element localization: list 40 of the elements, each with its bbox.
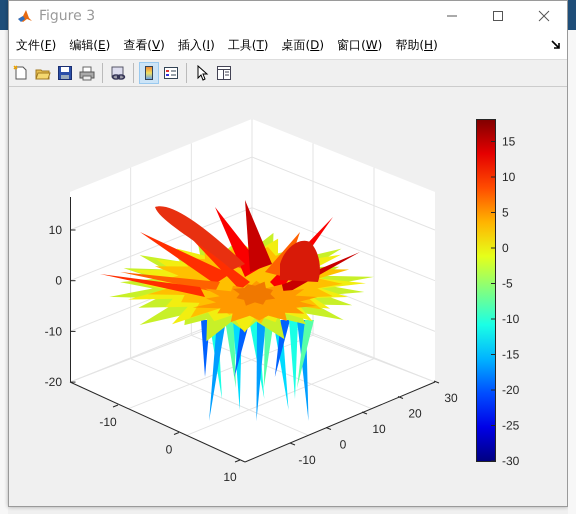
printer-icon: [79, 65, 95, 81]
y-tick-label: 30: [444, 391, 458, 405]
menu-item[interactable]: 帮助(H): [395, 36, 443, 54]
legend-icon: [163, 65, 179, 81]
z-tick-label: -10: [44, 324, 62, 338]
colorbar-tick-label: 0: [502, 241, 509, 255]
y-tick-label: 10: [372, 422, 386, 436]
z-tick-label: -20: [44, 375, 62, 390]
property-panel-icon: [216, 65, 232, 81]
colorbar-tick-label: -30: [502, 454, 520, 468]
menu-item[interactable]: 工具(T): [228, 36, 274, 54]
colorbar-tick-label: 15: [502, 134, 516, 148]
y-tick-label: 20: [408, 406, 422, 420]
y-tick-label: -10: [298, 453, 316, 467]
menu-item[interactable]: 窗口(W): [337, 36, 388, 54]
colorbar-button[interactable]: [139, 62, 159, 84]
menu-item[interactable]: 文件(F): [16, 36, 62, 54]
app-logo-icon: [17, 8, 33, 24]
menu-item[interactable]: 桌面(D): [281, 36, 330, 54]
dock-arrow-icon[interactable]: [551, 40, 561, 50]
new-file-icon: [13, 65, 29, 81]
z-tick-label: 10: [48, 223, 62, 237]
x-tick-label: 10: [223, 470, 237, 484]
colorbar-tick-label: -20: [502, 383, 520, 397]
colorbar-tick-label: -25: [502, 418, 520, 432]
surface-lobe: [280, 240, 320, 282]
menu-item[interactable]: 插入(I): [178, 36, 220, 54]
window-title: Figure 3: [39, 8, 96, 24]
colorbar-tick-label: -10: [502, 312, 520, 326]
colorbar-tick-label: -15: [502, 348, 520, 362]
colorbar-tick-label: -5: [502, 276, 513, 290]
y-tick-label: 0: [340, 438, 346, 452]
z-tick-label: 0: [55, 274, 62, 288]
linked-plot-icon: [110, 65, 126, 81]
x-tick-label: 0: [166, 442, 172, 456]
menu-item[interactable]: 查看(V): [123, 36, 170, 54]
x-tick-label: -10: [99, 415, 117, 429]
colorbar-tick-label: 5: [502, 206, 509, 220]
colorbar-tick-label: 10: [502, 170, 516, 184]
menu-item[interactable]: 编辑(E): [69, 36, 116, 54]
